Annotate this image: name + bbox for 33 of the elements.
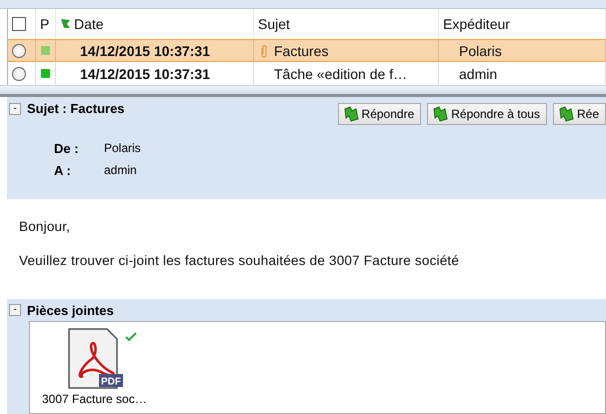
collapse-toggle[interactable]: - [9, 102, 21, 114]
subject-heading: Sujet : Factures [27, 101, 125, 116]
message-text: Bonjour, [19, 219, 72, 234]
reply-button[interactable]: Rée [552, 103, 606, 125]
radio-button[interactable] [12, 66, 26, 80]
reply-button[interactable]: Répondre [338, 103, 422, 125]
message-text: Veuillez trouver ci-joint les factures souhaitées de 3007 Facture société [19, 253, 460, 268]
reply-icon [342, 106, 359, 122]
table-cell: 14/12/2015 10:37:31 [80, 42, 210, 58]
flag-icon [60, 18, 71, 30]
file-name[interactable]: 3007 Facture soc… [42, 392, 147, 406]
table-cell: Factures [274, 42, 328, 58]
column-header[interactable]: Date [74, 16, 104, 32]
select-all-checkbox[interactable] [12, 17, 26, 31]
column-header[interactable]: Expéditeur [443, 16, 510, 32]
collapse-toggle[interactable]: - [9, 304, 21, 316]
reply-icon [432, 106, 448, 122]
table-cell: 14/12/2015 10:37:31 [80, 66, 210, 82]
column-header[interactable]: Sujet [258, 16, 290, 32]
table-cell: Polaris [459, 42, 502, 58]
attachments-heading: Pièces jointes [27, 302, 114, 318]
table-row[interactable] [8, 39, 36, 62]
table-cell: Tâche «edition de f… [274, 66, 408, 82]
field-label: De : [54, 141, 80, 156]
reply-icon [558, 106, 574, 122]
column-header[interactable]: P [40, 16, 50, 32]
field-label: A : [54, 163, 72, 178]
field-value: Polaris [104, 141, 141, 156]
splitter-bar[interactable] [0, 85, 606, 97]
table-cell: admin [459, 66, 498, 82]
field-value: admin [104, 163, 138, 178]
radio-button[interactable] [12, 44, 26, 58]
reply-button[interactable]: Répondre à tous [427, 103, 547, 125]
